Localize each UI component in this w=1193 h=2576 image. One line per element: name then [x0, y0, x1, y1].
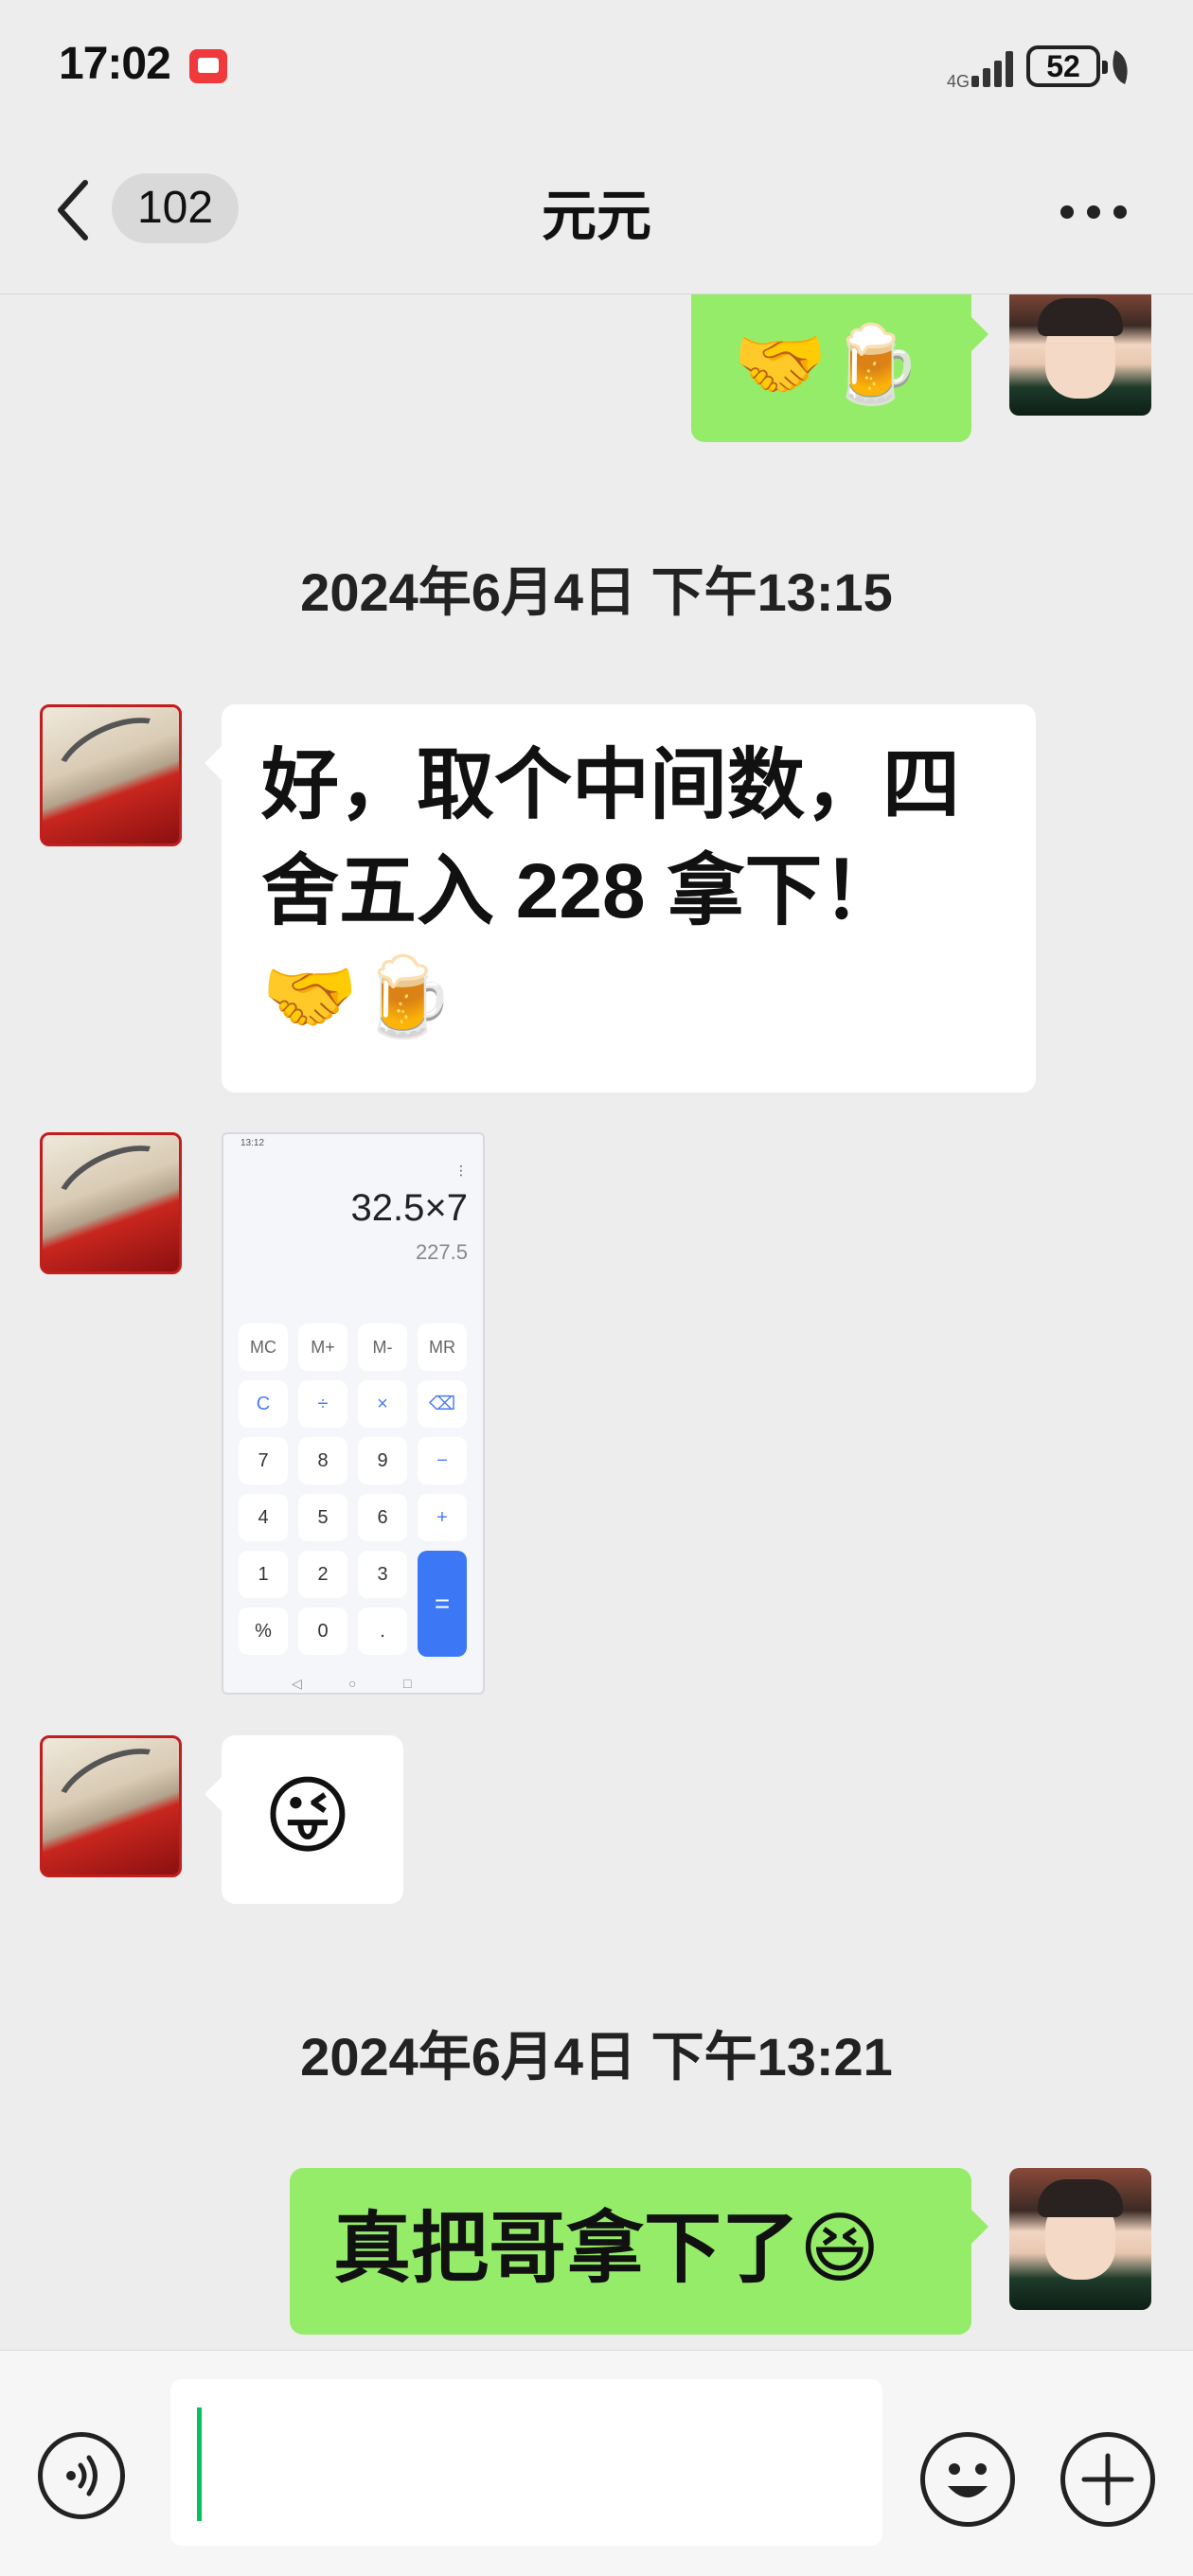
calc-key: % [239, 1608, 288, 1655]
nav-home-icon: ○ [348, 1676, 357, 1691]
message-bubble-received[interactable]: 好，取个中间数，四舍五入 228 拿下！🤝🍺 [205, 704, 1036, 1093]
avatar[interactable] [40, 1735, 182, 1877]
calc-key: 8 [298, 1437, 347, 1484]
power-saving-icon [1105, 50, 1135, 84]
message-bubble-sent[interactable]: 🤝🍺 [691, 294, 988, 442]
calc-key: 9 [358, 1437, 407, 1484]
more-dots-icon[interactable] [1060, 205, 1127, 221]
message-list[interactable]: 🤝🍺 2024年6月4日 下午13:15 好，取个中间数，四舍五入 228 拿下… [0, 294, 1193, 2349]
calc-result: 227.5 [415, 1240, 468, 1264]
avatar[interactable] [1009, 294, 1151, 416]
message-input-bar [0, 2350, 1193, 2576]
message-bubble-sent[interactable]: 真把哥拿下了😆 [290, 2168, 988, 2335]
battery-icon: 52 [1026, 45, 1108, 87]
message-input[interactable] [170, 2379, 882, 2546]
calc-key: MC [239, 1324, 288, 1371]
calc-key: 3 [358, 1551, 407, 1598]
calculator-screenshot-image[interactable]: 13:12 ⋮ 32.5×7 227.5 MC M+ M- MR C ÷ × ⌫… [222, 1132, 485, 1695]
calc-key: + [418, 1494, 467, 1541]
emoji-icon[interactable] [920, 2432, 1015, 2527]
message-text: 好，取个中间数，四舍五入 228 拿下！🤝🍺 [261, 742, 961, 1040]
calc-status-time: 13:12 [240, 1138, 265, 1148]
nav-recent-icon: □ [403, 1676, 412, 1691]
notification-icon [189, 49, 227, 83]
calc-key: 2 [298, 1551, 347, 1598]
calc-key: 1 [239, 1551, 288, 1598]
avatar[interactable] [40, 704, 182, 846]
calc-key: 5 [298, 1494, 347, 1541]
message-timestamp: 2024年6月4日 下午13:15 [300, 562, 893, 622]
calc-key: = [418, 1551, 467, 1657]
message-text: 🤝🍺 [733, 320, 922, 408]
text-caret [197, 2407, 202, 2521]
calc-key: 0 [298, 1608, 347, 1655]
signal-icon: 4G [947, 45, 1015, 91]
calc-key: 6 [358, 1494, 407, 1541]
message-timestamp: 2024年6月4日 下午13:21 [300, 2027, 893, 2087]
status-time: 17:02 [59, 39, 171, 89]
calc-key: × [358, 1380, 407, 1428]
chat-header: 102 元元 [0, 137, 1193, 294]
status-bar: 17:02 4G 52 [0, 0, 1193, 137]
calc-key: ⌫ [418, 1380, 467, 1428]
network-label: 4G [947, 72, 970, 91]
nav-back-icon: ◁ [292, 1676, 302, 1691]
calc-key: MR [418, 1324, 467, 1371]
avatar[interactable] [1009, 2168, 1151, 2310]
calc-key: 4 [239, 1494, 288, 1541]
calc-key: C [239, 1380, 288, 1428]
message-text: 😜 [263, 1767, 352, 1866]
avatar[interactable] [40, 1132, 182, 1274]
message-bubble-received[interactable]: 😜 [205, 1735, 403, 1904]
calc-key: . [358, 1608, 407, 1655]
calc-key: − [418, 1437, 467, 1484]
chat-title: 元元 [541, 186, 651, 247]
calc-key: M+ [298, 1324, 347, 1371]
plus-icon[interactable] [1060, 2432, 1155, 2527]
calc-menu-icon: ⋮ [454, 1163, 468, 1178]
calc-expression: 32.5×7 [350, 1187, 468, 1229]
calc-key: ÷ [298, 1380, 347, 1428]
voice-icon[interactable] [38, 2432, 125, 2519]
calc-key: M- [358, 1324, 407, 1371]
calc-key: 7 [239, 1437, 288, 1484]
message-text: 真把哥拿下了😆 [333, 2206, 881, 2292]
